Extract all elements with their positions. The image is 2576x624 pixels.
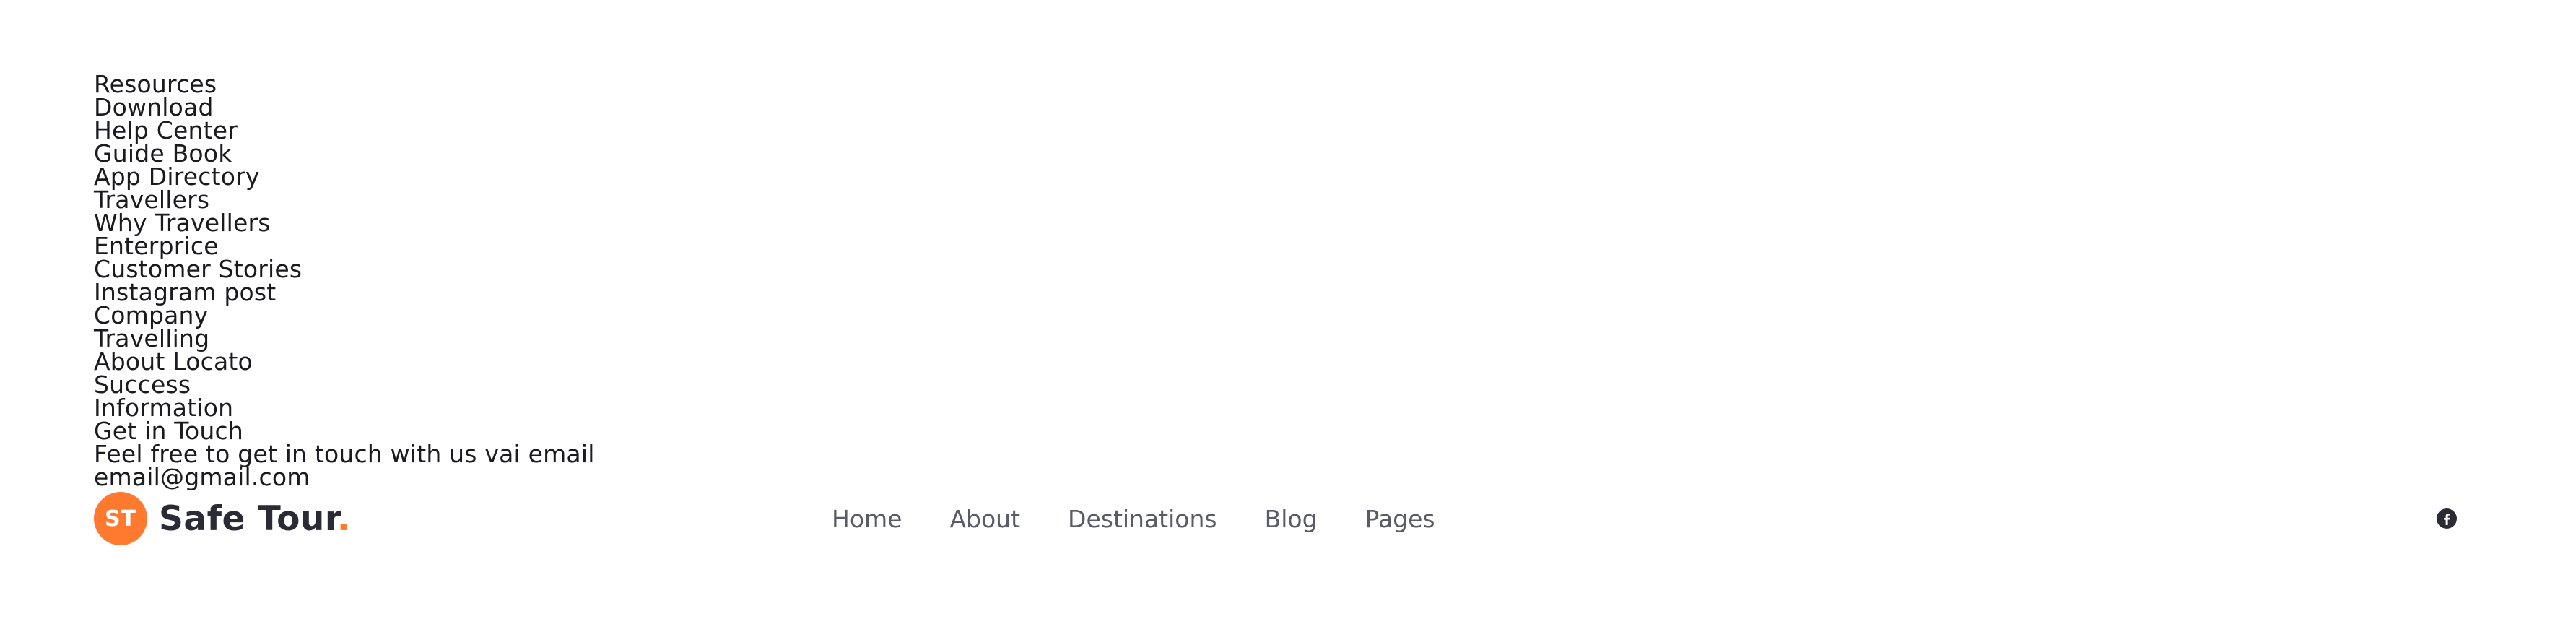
facebook-icon[interactable]: [2437, 508, 2457, 529]
logo-name-text: Safe Tour: [159, 498, 337, 539]
nav-about[interactable]: About: [949, 505, 1020, 533]
logo-name: Safe Tour.: [159, 499, 350, 539]
logo-badge: ST: [94, 492, 147, 545]
logo-dot: .: [336, 498, 351, 539]
site-logo[interactable]: ST Safe Tour.: [94, 491, 350, 546]
nav-pages[interactable]: Pages: [1365, 505, 1435, 533]
top-nav-bar: ST Safe Tour. Home About Destinations Bl…: [94, 491, 2476, 546]
main-nav: Home About Destinations Blog Pages: [832, 491, 1435, 546]
nav-home[interactable]: Home: [832, 505, 902, 533]
contact-email-link[interactable]: email@gmail.com: [94, 465, 595, 489]
footer-links: Resources Download Help Center Guide Boo…: [94, 72, 595, 489]
nav-blog[interactable]: Blog: [1265, 505, 1318, 533]
nav-destinations[interactable]: Destinations: [1068, 505, 1217, 533]
social-links: [2437, 491, 2457, 546]
